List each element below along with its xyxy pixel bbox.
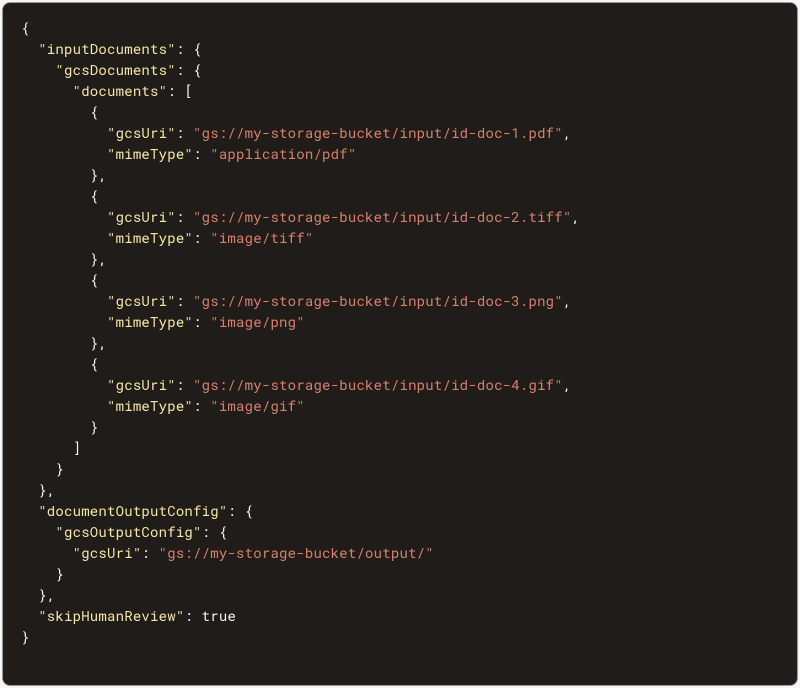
colon: : <box>193 312 210 331</box>
value-doc3-uri: "gs://my-storage-bucket/input/id-doc-3.p… <box>193 291 563 310</box>
key-gcsUri: "gcsUri" <box>107 207 176 226</box>
key-mimeType: "mimeType" <box>107 396 193 415</box>
colon: : <box>176 291 193 310</box>
brace-close-comma: }, <box>90 333 107 352</box>
colon: : <box>176 375 193 394</box>
value-output-uri: "gs://my-storage-bucket/output/" <box>159 543 434 562</box>
comma: , <box>563 123 572 142</box>
key-gcsUri: "gcsUri" <box>73 543 142 562</box>
comma: , <box>572 207 581 226</box>
colon: : <box>193 144 210 163</box>
brace-open: { <box>193 60 202 79</box>
bracket-close: ] <box>73 438 82 457</box>
colon: : <box>167 81 184 100</box>
colon: : <box>176 39 193 58</box>
brace-close-comma: }, <box>38 585 55 604</box>
value-doc2-uri: "gs://my-storage-bucket/input/id-doc-2.t… <box>193 207 571 226</box>
colon: : <box>227 501 244 520</box>
colon: : <box>141 543 158 562</box>
bracket-open: [ <box>184 81 193 100</box>
colon: : <box>193 228 210 247</box>
key-skipHumanReview: "skipHumanReview" <box>38 606 184 625</box>
colon: : <box>176 207 193 226</box>
brace-open: { <box>90 186 99 205</box>
brace-open: { <box>90 354 99 373</box>
brace-open: { <box>90 270 99 289</box>
value-doc2-mime: "image/tiff" <box>210 228 313 247</box>
json-code-block: { "inputDocuments": { "gcsDocuments": { … <box>2 2 798 686</box>
key-gcsOutputConfig: "gcsOutputConfig" <box>55 522 201 541</box>
key-documents: "documents" <box>73 81 168 100</box>
comma: , <box>563 291 572 310</box>
value-doc3-mime: "image/png" <box>210 312 305 331</box>
colon: : <box>202 522 219 541</box>
brace-open: { <box>219 522 228 541</box>
brace-close: } <box>55 564 64 583</box>
brace-open: { <box>21 18 30 37</box>
key-mimeType: "mimeType" <box>107 228 193 247</box>
brace-open: { <box>245 501 254 520</box>
key-gcsUri: "gcsUri" <box>107 291 176 310</box>
colon: : <box>176 60 193 79</box>
colon: : <box>184 606 201 625</box>
brace-open: { <box>193 39 202 58</box>
colon: : <box>176 123 193 142</box>
comma: , <box>563 375 572 394</box>
brace-close: } <box>21 627 30 646</box>
value-doc4-mime: "image/gif" <box>210 396 305 415</box>
brace-close-comma: }, <box>90 165 107 184</box>
brace-close: } <box>55 459 64 478</box>
colon: : <box>193 396 210 415</box>
value-skipHumanReview: true <box>202 606 236 625</box>
value-doc1-mime: "application/pdf" <box>210 144 356 163</box>
key-gcsDocuments: "gcsDocuments" <box>55 60 175 79</box>
key-inputDocuments: "inputDocuments" <box>38 39 176 58</box>
brace-open: { <box>90 102 99 121</box>
value-doc1-uri: "gs://my-storage-bucket/input/id-doc-1.p… <box>193 123 563 142</box>
key-mimeType: "mimeType" <box>107 312 193 331</box>
brace-close-comma: }, <box>38 480 55 499</box>
brace-close: } <box>90 417 99 436</box>
key-documentOutputConfig: "documentOutputConfig" <box>38 501 227 520</box>
key-mimeType: "mimeType" <box>107 144 193 163</box>
key-gcsUri: "gcsUri" <box>107 375 176 394</box>
key-gcsUri: "gcsUri" <box>107 123 176 142</box>
brace-close-comma: }, <box>90 249 107 268</box>
value-doc4-uri: "gs://my-storage-bucket/input/id-doc-4.g… <box>193 375 563 394</box>
